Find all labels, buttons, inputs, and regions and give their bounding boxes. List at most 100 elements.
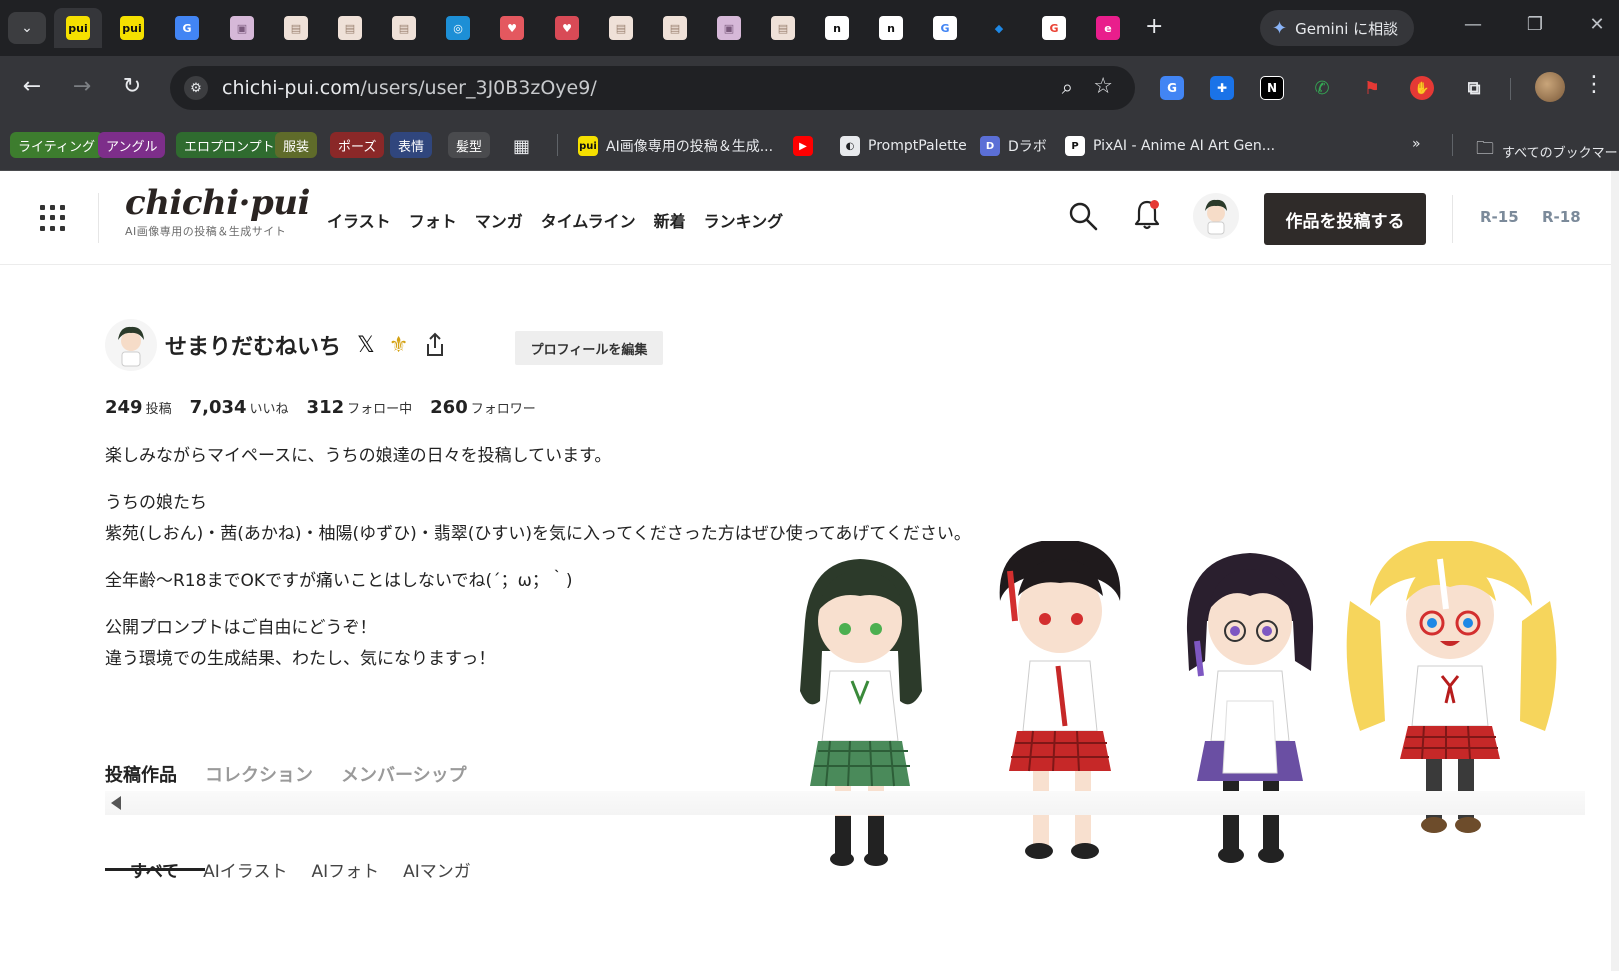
bookmark-item[interactable]: pui AI画像専用の投稿＆生成...	[578, 136, 773, 156]
r18-toggle[interactable]: R-18	[1542, 208, 1581, 226]
more-bookmarks-icon[interactable]: »	[1412, 136, 1421, 152]
close-window-icon[interactable]: ✕	[1582, 14, 1612, 35]
bookmark-chip[interactable]: 表情	[390, 132, 433, 158]
tab-scrollbar[interactable]	[105, 791, 1585, 815]
new-tab-button[interactable]: +	[1145, 14, 1163, 39]
logo-wordmark: chichi·pui	[125, 183, 310, 223]
grid-menu-icon[interactable]	[40, 205, 66, 231]
translate-extension-icon[interactable]: G	[1160, 76, 1184, 100]
url-text[interactable]: chichi-pui.com/users/user_3J0B3zOye9/	[222, 77, 597, 99]
subtab-ai-photo[interactable]: AIフォト	[311, 857, 379, 882]
address-bar[interactable]: ⚙ chichi-pui.com/users/user_3J0B3zOye9/ …	[170, 66, 1135, 110]
bookmark-item[interactable]: D Dラボ	[980, 136, 1047, 156]
restore-icon[interactable]: ❐	[1520, 14, 1550, 35]
tab-favicon-icon: n	[879, 16, 903, 40]
browser-menu-icon[interactable]: ⋮	[1583, 72, 1605, 97]
stat-following[interactable]: 312 フォロー中	[307, 397, 413, 418]
header-avatar[interactable]	[1193, 193, 1239, 239]
notion-extension-icon[interactable]: N	[1260, 76, 1284, 100]
browser-tab-2[interactable]: pui	[120, 16, 144, 40]
browser-tab-11[interactable]: ▤	[609, 16, 633, 40]
browser-tab-10[interactable]: ♥	[555, 16, 579, 40]
browser-tab-18[interactable]: ◆	[987, 16, 1011, 40]
nav-manga[interactable]: マンガ	[475, 208, 523, 232]
browser-tab-13[interactable]: ▣	[717, 16, 741, 40]
browser-tab-5[interactable]: ▤	[284, 16, 308, 40]
x-link-icon[interactable]: 𝕏	[357, 333, 375, 358]
nav-timeline[interactable]: タイムライン	[541, 208, 636, 232]
bookmark-chip[interactable]: 服装	[275, 132, 318, 158]
reload-icon[interactable]: ↻	[117, 74, 147, 99]
tab-favicon-icon: pui	[120, 16, 144, 40]
tab-search-button[interactable]: ⌄	[8, 12, 46, 44]
browser-tab-8[interactable]: ◎	[446, 16, 470, 40]
fleur-badge-icon[interactable]: ⚜	[389, 333, 409, 358]
subtab-all[interactable]: すべて	[130, 857, 179, 882]
browser-tab-19[interactable]: G	[1042, 16, 1066, 40]
nav-new[interactable]: 新着	[654, 208, 686, 232]
site-logo[interactable]: chichi·pui AI画像専用の投稿＆生成サイト	[125, 183, 310, 239]
browser-tab-4[interactable]: ▣	[230, 16, 254, 40]
scroll-left-icon[interactable]	[111, 796, 121, 810]
browser-tab-14[interactable]: ▤	[771, 16, 795, 40]
subtab-ai-illust[interactable]: AIイラスト	[203, 857, 287, 882]
apps-grid-icon[interactable]: ▦	[513, 136, 530, 157]
tab-favicon-icon: ▤	[284, 16, 308, 40]
bookmark-item[interactable]: P PixAI - Anime AI Art Gen...	[1065, 136, 1275, 156]
gamepad-extension-icon[interactable]: ✚	[1210, 76, 1234, 100]
bookmark-chip[interactable]: ライティング	[10, 132, 103, 158]
stat-followers-num: 260	[430, 397, 468, 418]
post-artwork-button[interactable]: 作品を投稿する	[1264, 193, 1426, 245]
stat-likes-label: いいね	[249, 402, 289, 417]
browser-tab-17[interactable]: G	[933, 16, 957, 40]
browser-tab-1[interactable]: pui	[54, 8, 102, 48]
flag-extension-icon[interactable]: ⚑	[1360, 76, 1384, 100]
tab-posted-works[interactable]: 投稿作品	[105, 761, 177, 787]
subtab-ai-manga[interactable]: AIマンガ	[403, 857, 471, 882]
share-icon[interactable]	[424, 332, 446, 358]
edit-profile-button[interactable]: プロフィールを編集	[515, 331, 663, 365]
gemini-button[interactable]: ✦ Gemini に相談	[1260, 10, 1414, 46]
browser-tab-16[interactable]: n	[879, 16, 903, 40]
tab-favicon-icon: ▤	[771, 16, 795, 40]
forward-icon[interactable]: →	[67, 74, 97, 99]
bookmark-chip[interactable]: 髪型	[448, 132, 491, 158]
block-extension-icon[interactable]: ✋	[1410, 76, 1434, 100]
browser-tab-15[interactable]: n	[825, 16, 849, 40]
page-content: chichi·pui AI画像専用の投稿＆生成サイト イラスト フォト マンガ …	[0, 171, 1611, 971]
bookmark-item[interactable]: ▶	[793, 136, 821, 156]
tab-membership[interactable]: メンバーシップ	[341, 761, 467, 787]
nav-ranking[interactable]: ランキング	[704, 208, 784, 232]
back-icon[interactable]: ←	[17, 74, 47, 99]
search-icon[interactable]	[1068, 201, 1098, 231]
page-scrollbar[interactable]	[1611, 171, 1619, 971]
minimize-icon[interactable]: —	[1458, 14, 1488, 35]
stat-followers[interactable]: 260 フォロワー	[430, 397, 536, 418]
r15-toggle[interactable]: R-15	[1480, 208, 1519, 226]
browser-tab-6[interactable]: ▤	[338, 16, 362, 40]
profile-avatar-icon[interactable]	[1535, 72, 1565, 102]
bookmark-chip[interactable]: エロプロンプト	[176, 132, 283, 158]
browser-tab-12[interactable]: ▤	[663, 16, 687, 40]
stat-posts[interactable]: 249 投稿	[105, 397, 172, 418]
site-info-icon[interactable]: ⚙	[184, 76, 208, 100]
extensions-puzzle-icon[interactable]: ⧉	[1462, 76, 1486, 100]
all-bookmarks-folder[interactable]: 🗀 すべてのブックマーク	[1476, 136, 1619, 166]
browser-tab-20[interactable]: e	[1096, 16, 1120, 40]
header-divider-2	[1452, 195, 1453, 243]
bookmark-item[interactable]: ◐ PromptPalette	[840, 136, 967, 156]
browser-tab-7[interactable]: ▤	[392, 16, 416, 40]
site-header: chichi·pui AI画像専用の投稿＆生成サイト イラスト フォト マンガ …	[0, 171, 1611, 265]
tab-collection[interactable]: コレクション	[205, 761, 313, 787]
stat-likes[interactable]: 7,034 いいね	[190, 397, 289, 418]
browser-tab-9[interactable]: ♥	[500, 16, 524, 40]
bookmark-label: AI画像専用の投稿＆生成...	[606, 139, 774, 155]
bookmark-chip[interactable]: ポーズ	[330, 132, 385, 158]
nav-photo[interactable]: フォト	[409, 208, 457, 232]
bookmark-star-icon[interactable]: ☆	[1093, 74, 1113, 99]
bookmark-chip[interactable]: アングル	[98, 132, 166, 158]
zoom-icon[interactable]: ⌕	[1062, 75, 1073, 99]
phone-extension-icon[interactable]: ✆	[1310, 76, 1334, 100]
browser-tab-3[interactable]: G	[175, 16, 199, 40]
nav-illust[interactable]: イラスト	[327, 208, 391, 232]
